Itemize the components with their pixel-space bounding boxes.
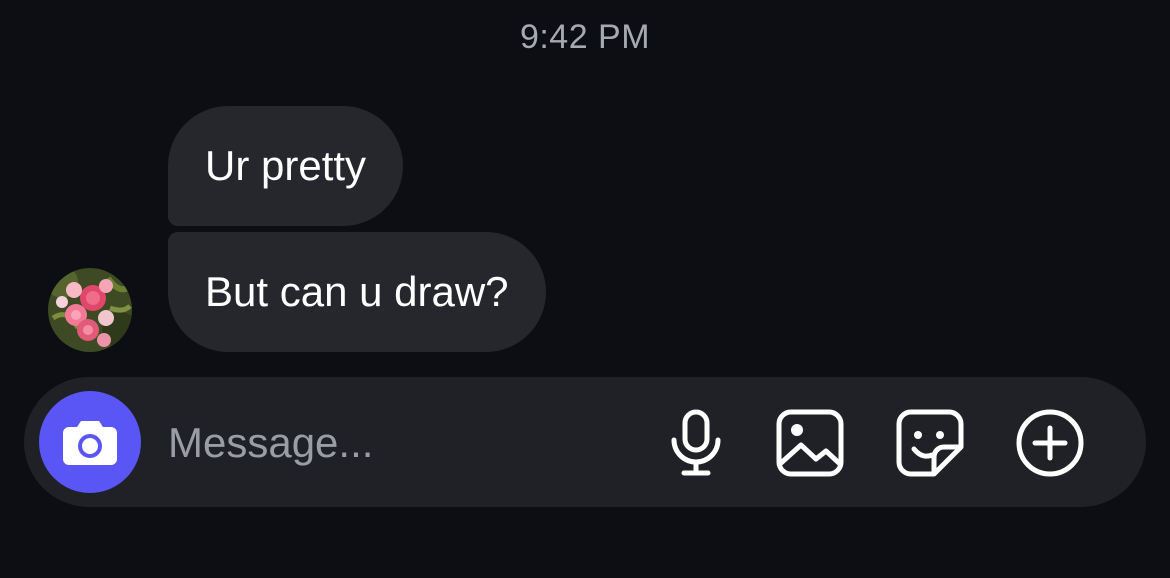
message-composer	[24, 377, 1146, 507]
message-bubble[interactable]: Ur pretty	[168, 106, 404, 226]
message-timestamp: 9:42 PM	[519, 18, 651, 56]
message-text: Ur pretty	[205, 142, 367, 189]
microphone-button[interactable]	[660, 407, 732, 479]
avatar-flowers-image	[48, 268, 132, 352]
camera-icon	[63, 421, 117, 465]
message-text: But can u draw?	[205, 268, 509, 315]
more-button[interactable]	[1014, 407, 1086, 479]
sticker-button[interactable]	[894, 407, 966, 479]
microphone-icon	[671, 409, 721, 476]
message-bubble[interactable]: But can u draw?	[168, 232, 546, 352]
gallery-button[interactable]	[774, 407, 846, 479]
avatar[interactable]	[48, 268, 132, 352]
sticker-icon	[896, 409, 964, 477]
message-input[interactable]	[168, 411, 628, 475]
plus-circle-icon	[1016, 409, 1084, 477]
gallery-icon	[776, 409, 844, 477]
camera-button[interactable]	[39, 391, 141, 493]
